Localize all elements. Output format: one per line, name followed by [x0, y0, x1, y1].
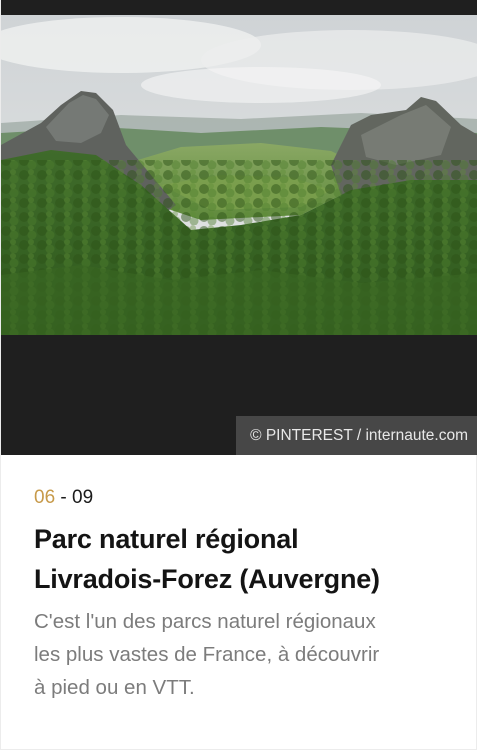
slide-counter-current: 06: [34, 487, 56, 508]
photo-credit: © PINTEREST / internaute.com: [236, 416, 477, 455]
slide-counter-separator: -: [55, 487, 73, 508]
landscape-photo: [1, 15, 477, 335]
slide-caption: 06 - 09 Parc naturel régional Livradois-…: [34, 486, 454, 704]
slide-description-line3: à pied ou en VTT.: [34, 676, 195, 699]
top-dark-bar: [1, 0, 477, 15]
slide-description: C'est l'un des parcs naturel régionaux l…: [34, 605, 454, 704]
slide-title-line1: Parc naturel régional: [34, 524, 299, 554]
slide-counter-total: 09: [72, 487, 94, 508]
slide-description-line1: C'est l'un des parcs naturel régionaux: [34, 610, 376, 633]
media-area: © PINTEREST / internaute.com: [1, 15, 477, 455]
slide-title: Parc naturel régional Livradois-Forez (A…: [34, 519, 454, 599]
slide-counter: 06 - 09: [34, 486, 454, 510]
slide-description-line2: les plus vastes de France, à découvrir: [34, 643, 380, 666]
slide-title-line2: Livradois-Forez (Auvergne): [34, 564, 380, 594]
slideshow-card: © PINTEREST / internaute.com 06 - 09 Par…: [0, 0, 477, 750]
